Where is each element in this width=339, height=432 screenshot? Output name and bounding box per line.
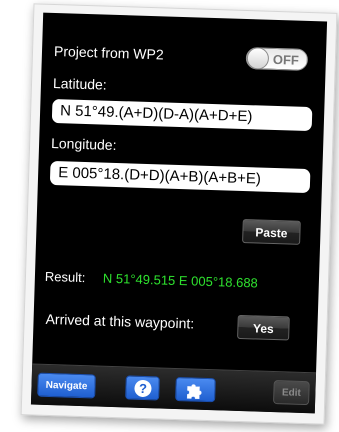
paste-button[interactable]: Paste — [242, 219, 301, 245]
navigate-button[interactable]: Navigate — [37, 372, 96, 399]
longitude-label: Longitude: — [50, 134, 117, 153]
latitude-label: Latitude: — [52, 74, 107, 93]
puzzle-button[interactable] — [175, 376, 216, 403]
arrived-at-waypoint-label: Arrived at this waypoint: — [45, 310, 195, 332]
arrived-yes-button[interactable]: Yes — [237, 314, 290, 341]
app-screen: Project from WP2 OFF Latitude: N 51°49.(… — [30, 12, 328, 414]
screenshot-frame: Project from WP2 OFF Latitude: N 51°49.(… — [0, 0, 339, 432]
toggle-off-text: OFF — [272, 51, 300, 68]
project-from-wp2-label: Project from WP2 — [53, 42, 164, 63]
puzzle-piece-icon — [186, 384, 202, 399]
toggle-knob[interactable] — [246, 47, 270, 70]
edit-button[interactable]: Edit — [273, 380, 310, 406]
longitude-field[interactable]: E 005°18.(D+D)(A+B)(A+B+E) — [49, 160, 311, 194]
help-button[interactable]: ? — [125, 375, 160, 401]
project-toggle-switch[interactable]: OFF — [245, 47, 309, 71]
result-label: Result: — [44, 268, 86, 286]
latitude-field[interactable]: N 51°49.(A+D)(D-A)(A+D+E) — [51, 98, 313, 132]
question-mark-icon: ? — [134, 379, 152, 398]
result-value: N 51°49.515 E 005°18.688 — [102, 270, 259, 291]
